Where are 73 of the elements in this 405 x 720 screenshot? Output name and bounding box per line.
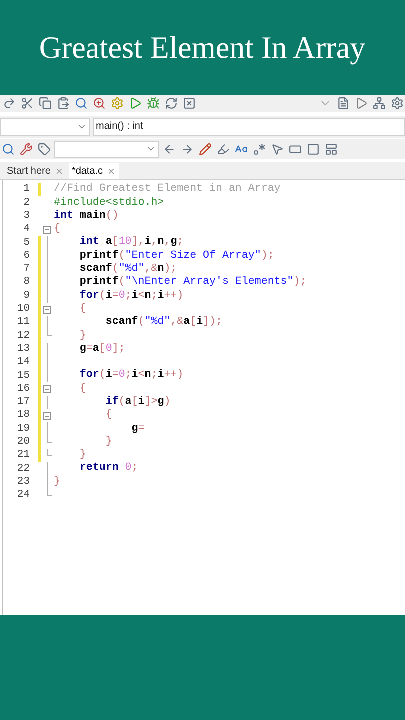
bug-icon[interactable] xyxy=(145,96,161,112)
search-icon[interactable] xyxy=(73,96,89,112)
close-icon[interactable] xyxy=(107,166,116,176)
refresh-icon[interactable] xyxy=(163,96,179,112)
code-line: if(a[i]>g) xyxy=(104,397,171,408)
pencil-icon[interactable] xyxy=(197,141,213,157)
line-number: 6 xyxy=(22,250,30,262)
line-number: 12 xyxy=(16,330,30,342)
code-line: { xyxy=(78,384,86,394)
code-line: { xyxy=(104,410,112,422)
scope-field[interactable]: main() : int xyxy=(93,118,405,136)
line-number: 2 xyxy=(22,198,30,208)
close-icon[interactable] xyxy=(181,96,197,112)
square-icon[interactable] xyxy=(305,141,321,157)
code-line: g= xyxy=(130,424,145,434)
fold-icon[interactable] xyxy=(43,412,51,420)
line-number: 9 xyxy=(22,290,30,302)
code-line: } xyxy=(104,436,112,448)
code-line: } xyxy=(78,330,86,342)
line-number: 11 xyxy=(16,317,30,328)
code-line: printf("Enter Size Of Array"); xyxy=(78,250,274,262)
video-title: Greatest Element In Array xyxy=(39,32,366,63)
code-line: } xyxy=(54,476,60,488)
fold-icon[interactable] xyxy=(43,306,51,314)
code-line: { xyxy=(78,304,86,315)
wrench-icon[interactable] xyxy=(18,141,34,157)
search-icon[interactable] xyxy=(0,141,16,157)
tab-label: Start here xyxy=(7,164,51,178)
code-line: { xyxy=(54,224,60,235)
code-line: for(i=0;i<n;i++) xyxy=(78,370,184,382)
line-number: 7 xyxy=(22,264,30,275)
line-number: 3 xyxy=(22,210,30,222)
line-number: 23 xyxy=(16,476,30,488)
code-line: printf("\nEnter Array's Elements"); xyxy=(78,277,307,288)
line-number: 18 xyxy=(16,410,30,421)
line-number: 19 xyxy=(16,424,30,434)
code-line: scanf("%d",&a[i]); xyxy=(104,317,223,328)
network-icon[interactable] xyxy=(371,96,387,112)
code-line: g=a[0]; xyxy=(78,344,126,355)
code-line: //Find Greatest Element in an Array xyxy=(54,184,281,196)
line-number: 22 xyxy=(16,464,30,474)
line-number: 1 xyxy=(22,184,30,195)
code-line: scanf("%d",&n); xyxy=(78,264,178,275)
line-number: 17 xyxy=(16,397,30,408)
code-line: for(i=0;i<n;i++) xyxy=(78,290,184,302)
code-line: } xyxy=(78,450,86,461)
line-number: 20 xyxy=(16,437,30,448)
line-number: 10 xyxy=(16,304,30,315)
line-number: 5 xyxy=(22,238,30,248)
zoom-icon[interactable] xyxy=(91,96,107,112)
layout-icon[interactable] xyxy=(323,141,339,157)
line-number: 8 xyxy=(22,277,30,288)
line-number: 4 xyxy=(22,224,30,235)
line-number: 21 xyxy=(16,450,30,461)
regex-icon[interactable] xyxy=(251,141,267,157)
close-icon[interactable] xyxy=(54,166,64,176)
cut-icon[interactable] xyxy=(19,96,35,112)
copy-icon[interactable] xyxy=(37,96,53,112)
line-number: 24 xyxy=(16,490,30,501)
line-number: 13 xyxy=(16,344,30,354)
editor-tab[interactable]: *data.c xyxy=(68,163,120,179)
tab-label: *data.c xyxy=(72,164,104,178)
tag-icon[interactable] xyxy=(36,141,52,157)
line-number: 14 xyxy=(16,357,30,368)
settings-icon[interactable] xyxy=(389,96,405,112)
fold-icon[interactable] xyxy=(43,385,51,394)
fold-icon[interactable] xyxy=(43,226,51,234)
code-line: int main() xyxy=(54,210,119,222)
line-number: 15 xyxy=(16,370,30,382)
code-line: int a[10],i,n,g; xyxy=(78,237,184,248)
line-number: 16 xyxy=(16,384,30,394)
code-line: #include<stdio.h> xyxy=(54,198,164,208)
code-line: return 0; xyxy=(78,463,138,474)
